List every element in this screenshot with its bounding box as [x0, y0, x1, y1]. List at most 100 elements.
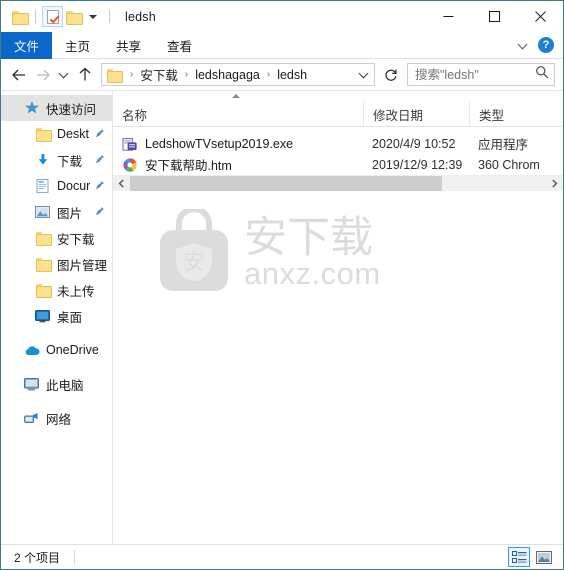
title-bar: ledsh — [1, 1, 563, 32]
table-row[interactable]: LedshowTVsetup2019.exe 2020/4/9 10:52 应用… — [113, 133, 563, 154]
column-header-name[interactable]: 名称 — [113, 102, 363, 127]
ribbon-tabs: 文件 主页 共享 查看 ? — [1, 32, 563, 59]
file-date-cell: 2020/4/9 10:52 — [372, 136, 456, 151]
sidebar-label-not-uploaded: 未上传 — [57, 284, 95, 299]
breadcrumb-separator-2: › — [266, 69, 271, 80]
sidebar-item-downloads[interactable]: 下载 — [1, 147, 112, 173]
search-input[interactable] — [415, 67, 535, 82]
sidebar-gap-1 — [1, 329, 112, 337]
new-folder-icon[interactable] — [63, 7, 83, 27]
tab-file[interactable]: 文件 — [1, 32, 53, 59]
breadcrumb-dropdown-icon[interactable] — [354, 64, 374, 85]
explorer-body: 快速访问 Deskt 下载 Docur 图片 安下载 图片管理 未上传 桌面 O… — [1, 90, 563, 544]
large-icons-view-icon[interactable] — [533, 547, 555, 567]
chevron-right-icon[interactable] — [546, 176, 563, 191]
sidebar-label-anxiazai: 安下载 — [57, 232, 95, 247]
properties-icon[interactable] — [42, 6, 63, 27]
navigation-pane[interactable]: 快速访问 Deskt 下载 Docur 图片 安下载 图片管理 未上传 桌面 O… — [1, 91, 113, 544]
breadcrumb-item-2[interactable]: ledsh — [275, 68, 309, 82]
details-view-icon[interactable] — [508, 547, 530, 567]
folder-icon — [34, 230, 52, 246]
pin-icon[interactable] — [95, 179, 105, 193]
quick-access-toolbar — [9, 6, 116, 27]
sidebar-item-quick-access[interactable]: 快速访问 — [1, 95, 112, 121]
file-type-cell: 应用程序 — [478, 138, 529, 152]
sidebar-item-anxiazai[interactable]: 安下载 — [1, 225, 112, 251]
column-header-date[interactable]: 修改日期 — [363, 101, 469, 127]
file-name-cell[interactable]: 安下载帮助.htm — [113, 154, 363, 175]
desktop-icon — [34, 308, 51, 324]
sidebar-item-desktop[interactable]: 桌面 — [1, 303, 112, 329]
sidebar-item-onedrive[interactable]: OneDrive — [1, 337, 112, 363]
pin-icon[interactable] — [95, 127, 105, 141]
pictures-icon — [34, 204, 51, 220]
up-arrow-icon[interactable] — [73, 63, 97, 87]
breadcrumb-item-0[interactable]: 安下载 — [138, 65, 180, 84]
column-headers: 名称 修改日期 类型 — [113, 101, 563, 127]
sidebar-label-picture-manage: 图片管理 — [57, 258, 108, 273]
sidebar-item-pictures[interactable]: 图片 — [1, 199, 112, 225]
window-controls — [425, 1, 563, 32]
sidebar-label-onedrive: OneDrive — [46, 343, 99, 357]
maximize-icon[interactable] — [471, 1, 517, 32]
sidebar-label-network: 网络 — [46, 412, 72, 427]
chevron-down-icon[interactable] — [519, 41, 528, 50]
pin-icon[interactable] — [95, 153, 105, 167]
scrollbar-thumb[interactable] — [130, 176, 442, 191]
watermark-text-cn: 安下载 — [244, 212, 373, 263]
customize-dropdown-icon[interactable] — [83, 7, 103, 27]
sidebar-label-desktop: 桌面 — [57, 310, 83, 325]
refresh-icon[interactable] — [380, 63, 402, 86]
watermark-text: 安下载 anxz.com — [244, 212, 381, 292]
recent-locations-icon[interactable] — [55, 63, 73, 87]
sidebar-item-desktop-pinned[interactable]: Deskt — [1, 121, 112, 147]
horizontal-scrollbar[interactable] — [113, 175, 563, 191]
file-name-label: LedshowTVsetup2019.exe — [145, 136, 294, 151]
network-icon — [23, 410, 40, 426]
status-bar: 2 个项目 — [1, 544, 563, 569]
sidebar-gap-3 — [1, 397, 112, 405]
breadcrumb-bar[interactable]: › 安下载 › ledshagaga › ledsh — [101, 63, 375, 86]
sidebar-label-quick-access: 快速访问 — [46, 102, 97, 117]
sidebar-label-this-pc: 此电脑 — [46, 378, 84, 393]
file-list-pane: 名称 修改日期 类型 LedshowTVsetup2019.exe 2020/4… — [113, 91, 563, 544]
file-name-cell[interactable]: LedshowTVsetup2019.exe — [113, 133, 363, 154]
scrollbar-track[interactable] — [130, 176, 546, 191]
sidebar-label-desktop-pinned: Deskt — [57, 127, 89, 141]
window-title: ledsh — [125, 9, 156, 24]
chevron-left-icon[interactable] — [113, 176, 130, 191]
watermark-text-en: anxz.com — [244, 256, 381, 292]
sidebar-label-pictures: 图片 — [57, 206, 83, 221]
close-icon[interactable] — [517, 1, 563, 32]
column-header-type[interactable]: 类型 — [469, 101, 563, 127]
forward-arrow-icon — [31, 63, 55, 87]
tab-home[interactable]: 主页 — [52, 32, 103, 59]
search-box[interactable] — [407, 63, 555, 86]
search-icon[interactable] — [535, 65, 549, 84]
minimize-icon[interactable] — [425, 1, 471, 32]
documents-icon — [34, 178, 51, 194]
sidebar-item-this-pc[interactable]: 此电脑 — [1, 371, 112, 397]
breadcrumb-separator-0: › — [130, 69, 134, 80]
toolbar-divider-2 — [109, 10, 110, 23]
back-arrow-icon[interactable] — [7, 63, 31, 87]
installer-icon — [122, 136, 138, 152]
sidebar-label-downloads: 下载 — [57, 154, 83, 169]
pin-icon[interactable] — [95, 205, 105, 219]
tab-share[interactable]: 共享 — [103, 32, 154, 59]
watermark: 安 安下载 anxz.com — [157, 206, 381, 298]
item-count-label: 2 个项目 — [14, 550, 61, 565]
view-buttons — [508, 547, 563, 567]
folder-icon[interactable] — [9, 7, 29, 27]
file-explorer-window: ledsh 文件 主页 共享 查看 ? › 安下载 › ledshagaga ›… — [0, 0, 564, 570]
breadcrumb-item-1[interactable]: ledshagaga — [193, 68, 262, 82]
sidebar-item-not-uploaded[interactable]: 未上传 — [1, 277, 112, 303]
sidebar-item-picture-manage[interactable]: 图片管理 — [1, 251, 112, 277]
tab-view[interactable]: 查看 — [154, 32, 205, 59]
breadcrumb-separator-1: › — [184, 69, 189, 80]
help-icon[interactable]: ? — [538, 37, 554, 53]
sidebar-item-network[interactable]: 网络 — [1, 405, 112, 431]
sidebar-item-documents[interactable]: Docur — [1, 173, 112, 199]
download-icon — [34, 152, 51, 168]
table-row[interactable]: 安下载帮助.htm 2019/12/9 12:39 360 Chrom — [113, 154, 563, 175]
